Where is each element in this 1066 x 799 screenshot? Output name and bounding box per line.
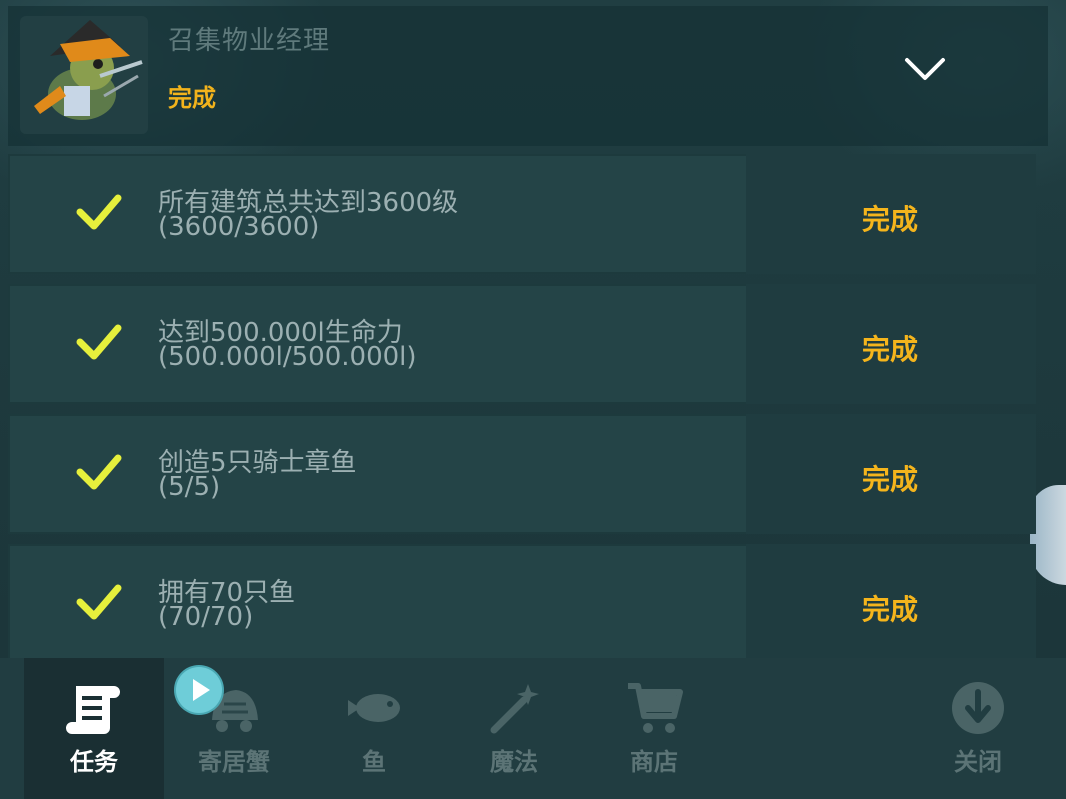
scroll-icon xyxy=(64,678,124,738)
quest-title: 召集物业经理 xyxy=(168,26,331,56)
nav-tab-shop[interactable]: 商店 xyxy=(584,658,724,799)
frog-wizard-avatar xyxy=(20,16,148,134)
nav-label: 鱼 xyxy=(362,748,386,776)
play-icon[interactable] xyxy=(176,667,222,713)
task-progress: (5/5) xyxy=(158,472,221,502)
task-status-cell: 完成 xyxy=(746,544,1036,664)
nav-tab-fish[interactable]: 鱼 xyxy=(304,658,444,799)
nav-tab-magic[interactable]: 魔法 xyxy=(444,658,584,799)
nav-close[interactable]: 关闭 xyxy=(908,658,1048,799)
task-status: 完成 xyxy=(862,333,919,366)
task-row: 所有建筑总共达到3600级 (3600/3600) 完成 xyxy=(8,154,1036,274)
chevron-down-icon[interactable] xyxy=(903,54,947,84)
task-row: 达到500.000l生命力 (500.000l/500.000l) 完成 xyxy=(8,284,1036,404)
task-status: 完成 xyxy=(862,593,919,626)
nav-label: 任务 xyxy=(70,748,118,776)
nav-label: 关闭 xyxy=(954,748,1002,776)
task-status-cell: 完成 xyxy=(746,414,1036,534)
nav-tab-tasks[interactable]: 任务 xyxy=(24,658,164,799)
checkmark-icon xyxy=(74,452,124,492)
nav-label: 魔法 xyxy=(490,748,538,776)
task-status: 完成 xyxy=(862,463,919,496)
task-row: 创造5只骑士章鱼 (5/5) 完成 xyxy=(8,414,1036,534)
close-download-icon xyxy=(948,678,1008,738)
task-progress: (70/70) xyxy=(158,602,254,632)
fish-icon xyxy=(344,678,404,738)
nav-label: 寄居蟹 xyxy=(198,748,270,776)
cart-icon xyxy=(624,678,684,738)
task-progress: (3600/3600) xyxy=(158,212,320,242)
task-status-cell: 完成 xyxy=(746,154,1036,274)
quest-status: 完成 xyxy=(168,84,216,112)
magic-wand-icon xyxy=(484,678,544,738)
task-progress: (500.000l/500.000l) xyxy=(158,342,417,372)
bottom-nav: 任务 寄居蟹 鱼 魔法 商店 关闭 xyxy=(0,658,1066,799)
task-row: 拥有70只鱼 (70/70) 完成 xyxy=(8,544,1036,664)
task-status: 完成 xyxy=(862,203,919,236)
checkmark-icon xyxy=(74,582,124,622)
nav-label: 商店 xyxy=(630,748,678,776)
checkmark-icon xyxy=(74,322,124,362)
quest-header[interactable]: 召集物业经理 完成 xyxy=(8,6,1048,146)
checkmark-icon xyxy=(74,192,124,232)
task-status-cell: 完成 xyxy=(746,284,1036,404)
